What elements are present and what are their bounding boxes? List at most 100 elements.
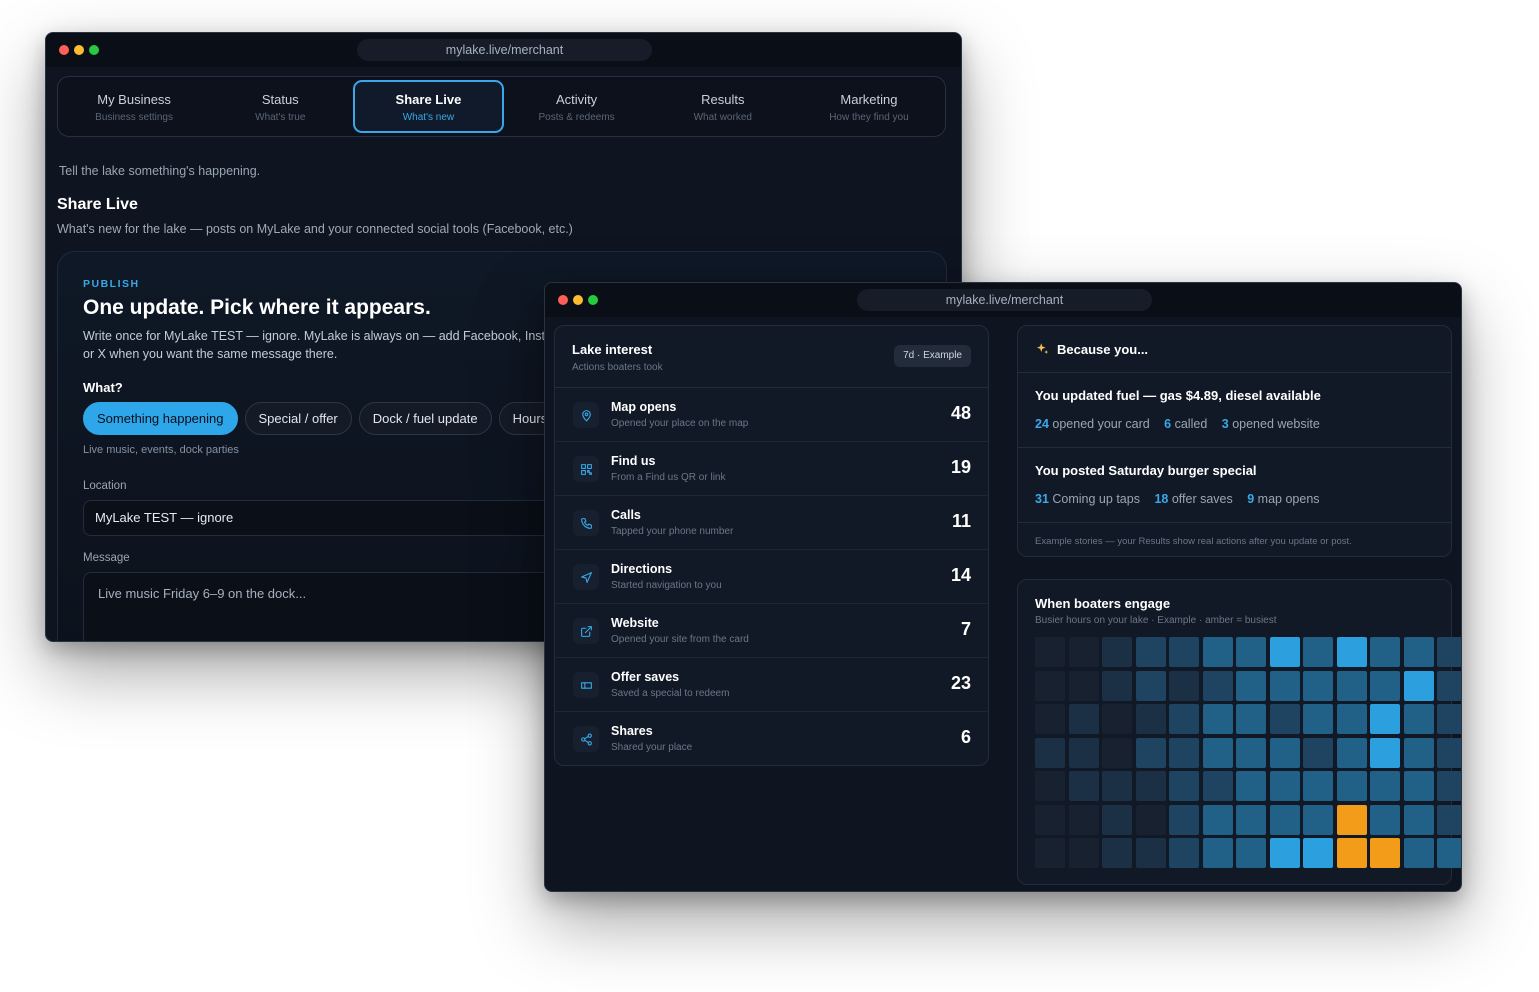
heatmap-cell — [1236, 704, 1266, 734]
heatmap-cell — [1169, 637, 1199, 667]
heatmap-cell — [1102, 737, 1132, 768]
heatmap-cell — [1236, 771, 1266, 801]
engagement-heatmap-card: When boaters engage Busier hours on your… — [1017, 579, 1461, 885]
tab-my-business[interactable]: My Business Business settings — [61, 80, 207, 133]
metric-title: Find us — [611, 454, 656, 468]
heatmap-cell — [1269, 737, 1300, 768]
heatmap-cell — [1068, 838, 1099, 868]
metric-value: 7 — [960, 619, 971, 639]
heatmap-cell — [1336, 737, 1367, 768]
stat-number: 9 — [1247, 492, 1255, 506]
metric-shares: Shares Shared your place 6 — [555, 712, 988, 765]
heatmap-cell — [1437, 771, 1461, 801]
heatmap-cell — [1035, 737, 1065, 768]
minimize-window-button[interactable] — [74, 45, 84, 55]
address-bar[interactable]: mylake.live/merchant — [357, 39, 652, 61]
heatmap-cell — [1135, 704, 1166, 734]
heatmap-cell — [1068, 771, 1099, 801]
metric-title: Offer saves — [611, 670, 680, 684]
metric-subtitle: Shared your place — [611, 742, 693, 753]
tab-sublabel: What's new — [402, 112, 455, 123]
heatmap-cell — [1202, 704, 1233, 734]
lake-interest-header: Lake interest Actions boaters took 7d · … — [555, 326, 988, 388]
heatmap-cell — [1102, 670, 1132, 701]
main-tabs: My Business Business settings Status Wha… — [57, 76, 946, 137]
tab-label: Share Live — [395, 92, 462, 107]
heatmap-cell — [1202, 804, 1233, 835]
maximize-window-button[interactable] — [89, 45, 99, 55]
phone-icon — [573, 510, 599, 536]
heatmap-cell — [1437, 838, 1461, 868]
heatmap-cell — [1370, 804, 1400, 835]
close-window-button[interactable] — [59, 45, 69, 55]
chip-special-offer[interactable]: Special / offer — [244, 402, 352, 435]
metric-subtitle: Opened your site from the card — [611, 634, 749, 645]
tab-marketing[interactable]: Marketing How they find you — [796, 80, 942, 133]
heatmap-cell — [1303, 838, 1333, 868]
heatmap-cell — [1169, 704, 1199, 734]
publish-description-line: or X when you want the same message ther… — [83, 347, 338, 361]
page-title: Share Live — [57, 196, 138, 213]
minimize-window-button[interactable] — [573, 295, 583, 305]
heatmap-cell — [1269, 771, 1300, 801]
tab-status[interactable]: Status What's true — [207, 80, 353, 133]
metric-website: Website Opened your site from the card 7 — [555, 604, 988, 658]
metric-title: Calls — [611, 508, 641, 522]
ticket-icon — [573, 672, 599, 698]
heatmap-title: When boaters engage — [1035, 596, 1171, 611]
metric-title: Map opens — [611, 400, 677, 414]
heatmap-cell — [1437, 737, 1461, 768]
tab-activity[interactable]: Activity Posts & redeems — [504, 80, 650, 133]
stat-number: 3 — [1221, 417, 1229, 431]
close-window-button[interactable] — [558, 295, 568, 305]
window-controls — [558, 295, 598, 305]
heatmap-cell — [1403, 704, 1434, 734]
heatmap-cell — [1035, 838, 1065, 868]
story-title: You posted Saturday burger special — [1035, 463, 1257, 478]
navigation-icon — [573, 564, 599, 590]
window-controls — [59, 45, 99, 55]
tab-sublabel: Posts & redeems — [538, 112, 615, 123]
story-title: You updated fuel — gas $4.89, diesel ava… — [1035, 388, 1321, 403]
metric-value: 6 — [960, 727, 971, 747]
heatmap-cell — [1236, 737, 1266, 768]
heatmap-cell — [1169, 838, 1199, 868]
heatmap-cell — [1303, 670, 1333, 701]
heatmap-cell — [1437, 704, 1461, 734]
stat-number: 24 — [1035, 417, 1049, 431]
heatmap-cell — [1102, 838, 1132, 868]
heatmap-cell — [1135, 804, 1166, 835]
heatmap-cell — [1336, 704, 1367, 734]
heatmap-cell — [1135, 771, 1166, 801]
because-you-card: Because you... You updated fuel — gas $4… — [1017, 325, 1452, 557]
heatmap-cell — [1370, 737, 1400, 768]
engagement-heatmap — [1035, 637, 1461, 871]
tab-sublabel: Business settings — [95, 112, 173, 123]
page-tagline: Tell the lake something's happening. — [59, 164, 261, 178]
sparkle-icon — [1036, 343, 1049, 354]
heatmap-cell — [1269, 838, 1300, 868]
heatmap-cell — [1035, 670, 1065, 701]
heatmap-cell — [1336, 637, 1367, 667]
tab-results[interactable]: Results What worked — [650, 80, 796, 133]
story-item: You posted Saturday burger special 31 Co… — [1018, 448, 1451, 523]
map-pin-icon — [573, 402, 599, 428]
period-badge: 7d · Example — [894, 345, 971, 367]
chip-something-happening[interactable]: Something happening — [83, 402, 238, 435]
maximize-window-button[interactable] — [588, 295, 598, 305]
tab-share-live[interactable]: Share Live What's new — [353, 80, 504, 133]
heatmap-cell — [1236, 838, 1266, 868]
chip-dock-fuel-update[interactable]: Dock / fuel update — [358, 402, 492, 435]
publish-description-line: Write once for MyLake TEST — ignore. MyL… — [83, 329, 552, 343]
heatmap-cell — [1202, 637, 1233, 667]
location-field[interactable]: MyLake TEST — ignore — [83, 500, 563, 536]
metric-subtitle: From a Find us QR or link — [611, 472, 726, 483]
publish-description: Write once for MyLake TEST — ignore. MyL… — [83, 327, 553, 363]
message-textarea[interactable]: Live music Friday 6–9 on the dock... — [83, 572, 563, 641]
address-bar[interactable]: mylake.live/merchant — [857, 289, 1152, 311]
heatmap-cell — [1102, 771, 1132, 801]
heatmap-cell — [1236, 670, 1266, 701]
heatmap-cell — [1202, 737, 1233, 768]
heatmap-cell — [1035, 804, 1065, 835]
stat-number: 6 — [1164, 417, 1172, 431]
